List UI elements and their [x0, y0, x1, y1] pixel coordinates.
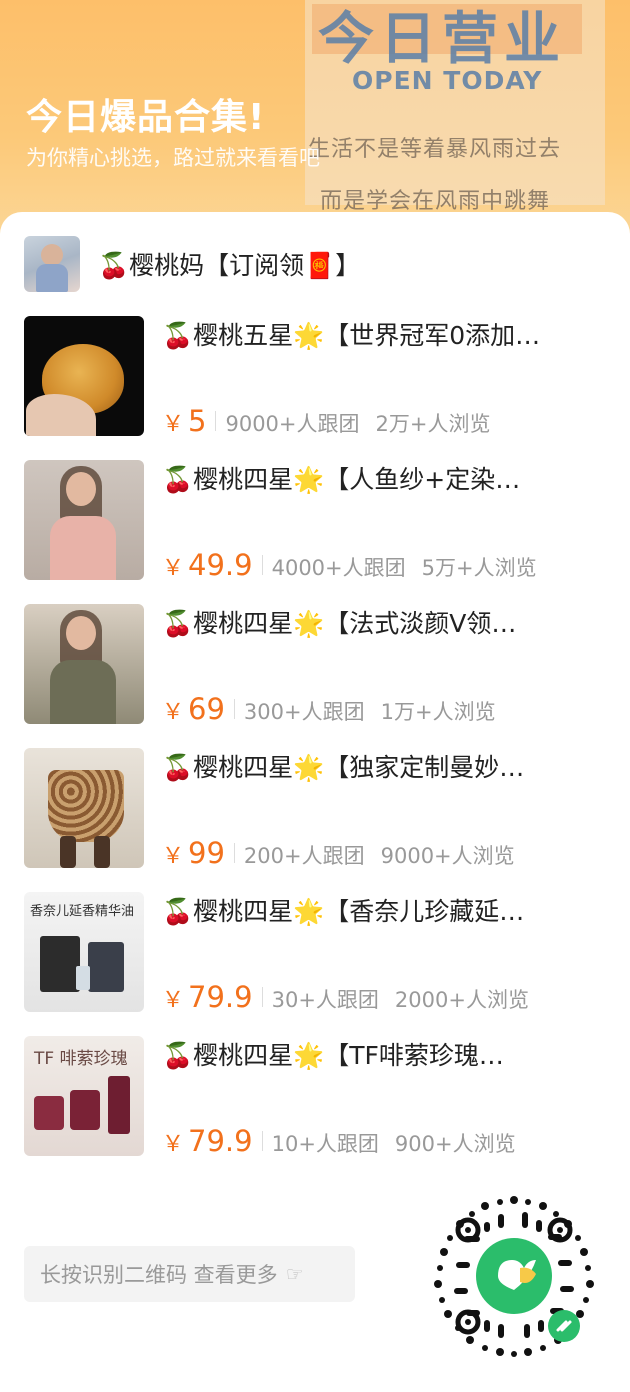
currency-symbol: ￥ — [162, 700, 185, 725]
divider — [215, 411, 217, 431]
view-count: 2000+人浏览 — [394, 988, 529, 1012]
product-price: 99 — [188, 836, 225, 870]
view-count: 1万+人浏览 — [380, 700, 496, 724]
page-title: 今日爆品合集! — [26, 97, 266, 138]
view-more-button[interactable]: 长按识别二维码 查看更多 ☞ — [24, 1246, 355, 1302]
group-buy-count: 300+人跟团 — [243, 700, 365, 724]
product-thumbnail[interactable] — [24, 460, 144, 580]
product-price: 5 — [188, 404, 207, 438]
product-price: 79.9 — [188, 1124, 253, 1158]
mini-program-code[interactable] — [428, 1190, 600, 1362]
open-today-subtitle: OPEN TODAY — [352, 66, 543, 95]
product-item[interactable]: 🍒樱桃四星🌟【人鱼纱+定染… ￥ 49.9 4000+人跟团 5万+人浏览 — [24, 460, 614, 604]
thumbnail-caption: 香奈儿延香精华油 — [30, 904, 135, 919]
product-meta: ￥ 79.9 10+人跟团 900+人浏览 — [162, 1124, 532, 1158]
shop-avatar[interactable] — [24, 236, 80, 292]
product-thumbnail[interactable]: 香奈儿延香精华油 — [24, 892, 144, 1012]
product-title[interactable]: 🍒樱桃四星🌟【人鱼纱+定染… — [162, 460, 602, 494]
product-thumbnail[interactable]: TF 啡萦珍瑰 — [24, 1036, 144, 1156]
currency-symbol: ￥ — [162, 844, 185, 869]
thumbnail-caption: TF 啡萦珍瑰 — [34, 1049, 128, 1069]
group-buy-count: 9000+人跟团 — [225, 412, 360, 436]
group-buy-count: 200+人跟团 — [243, 844, 365, 868]
product-price: 49.9 — [188, 548, 253, 582]
currency-symbol: ￥ — [162, 556, 185, 581]
product-title[interactable]: 🍒樱桃五星🌟【世界冠军0添加… — [162, 316, 602, 350]
divider — [261, 987, 263, 1007]
product-item[interactable]: 🍒樱桃四星🌟【独家定制曼妙… ￥ 99 200+人跟团 9000+人浏览 — [24, 748, 614, 892]
open-today-title: 今日营业 — [318, 7, 566, 72]
divider — [261, 1131, 263, 1151]
product-thumbnail[interactable] — [24, 748, 144, 868]
product-title[interactable]: 🍒樱桃四星🌟【独家定制曼妙… — [162, 748, 602, 782]
divider — [233, 843, 235, 863]
product-title[interactable]: 🍒樱桃四星🌟【法式淡颜V领… — [162, 604, 602, 638]
product-item[interactable]: TF 啡萦珍瑰 🍒樱桃四星🌟【TF啡萦珍瑰… ￥ 79.9 10+人跟团 900… — [24, 1036, 614, 1180]
product-price: 79.9 — [188, 980, 253, 1014]
product-meta: ￥ 69 300+人跟团 1万+人浏览 — [162, 692, 512, 726]
pointing-hand-icon: ☞ — [285, 1262, 304, 1286]
product-meta: ￥ 5 9000+人跟团 2万+人浏览 — [162, 404, 506, 438]
group-buy-count: 10+人跟团 — [271, 1132, 379, 1156]
product-list: 🍒樱桃五星🌟【世界冠军0添加… ￥ 5 9000+人跟团 2万+人浏览 🍒樱桃四… — [24, 316, 614, 1180]
product-thumbnail[interactable] — [24, 604, 144, 724]
view-count: 900+人浏览 — [394, 1132, 516, 1156]
product-meta: ￥ 49.9 4000+人跟团 5万+人浏览 — [162, 548, 553, 582]
product-thumbnail[interactable] — [24, 316, 144, 436]
page-subtitle: 为你精心挑选，路过就来看看吧 — [26, 146, 320, 170]
shop-name[interactable]: 🍒樱桃妈【订阅领🧧】 — [98, 246, 360, 282]
view-count: 5万+人浏览 — [421, 556, 537, 580]
product-item[interactable]: 🍒樱桃五星🌟【世界冠军0添加… ￥ 5 9000+人跟团 2万+人浏览 — [24, 316, 614, 460]
product-title[interactable]: 🍒樱桃四星🌟【TF啡萦珍瑰… — [162, 1036, 602, 1070]
view-more-label: 长按识别二维码 查看更多 — [40, 1263, 278, 1287]
product-item[interactable]: 🍒樱桃四星🌟【法式淡颜V领… ￥ 69 300+人跟团 1万+人浏览 — [24, 604, 614, 748]
view-count: 2万+人浏览 — [375, 412, 491, 436]
poem-line-2: 而是学会在风雨中跳舞 — [320, 189, 551, 214]
shop-header[interactable]: 🍒樱桃妈【订阅领🧧】 — [24, 236, 360, 292]
product-title[interactable]: 🍒樱桃四星🌟【香奈儿珍藏延… — [162, 892, 602, 926]
view-count: 9000+人浏览 — [380, 844, 515, 868]
product-meta: ￥ 99 200+人跟团 9000+人浏览 — [162, 836, 531, 870]
group-buy-count: 30+人跟团 — [271, 988, 379, 1012]
divider — [261, 555, 263, 575]
product-item[interactable]: 香奈儿延香精华油 🍒樱桃四星🌟【香奈儿珍藏延… ￥ 79.9 30+人跟团 20… — [24, 892, 614, 1036]
currency-symbol: ￥ — [162, 988, 185, 1013]
product-meta: ￥ 79.9 30+人跟团 2000+人浏览 — [162, 980, 545, 1014]
currency-symbol: ￥ — [162, 412, 185, 437]
divider — [233, 699, 235, 719]
group-buy-count: 4000+人跟团 — [271, 556, 406, 580]
poem-line-1: 生活不是等着暴风雨过去 — [308, 137, 562, 162]
product-price: 69 — [188, 692, 225, 726]
currency-symbol: ￥ — [162, 1132, 185, 1157]
